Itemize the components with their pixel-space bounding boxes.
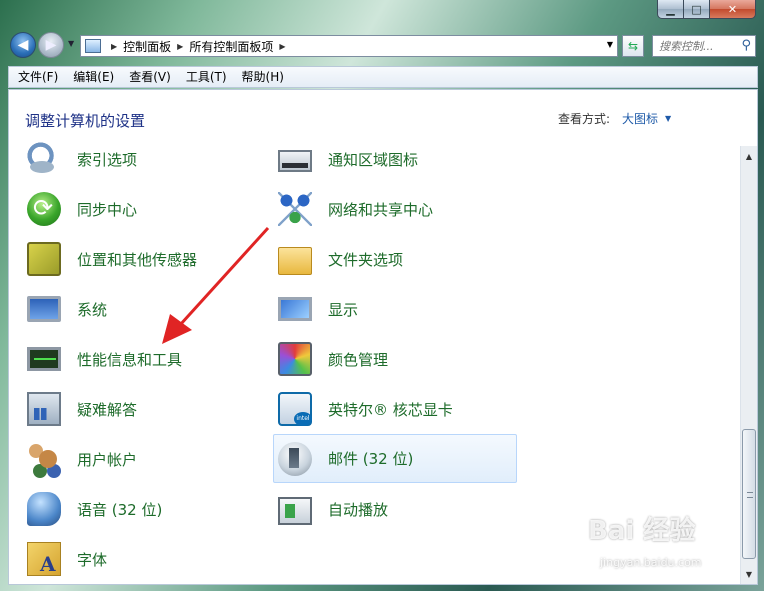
menu-tools[interactable]: 工具(T) [177, 67, 233, 87]
item-location-sensors[interactable]: 位置和其他传感器 [15, 235, 259, 283]
item-mail[interactable]: 邮件 (32 位) [273, 434, 517, 483]
breadcrumb-all-items[interactable]: 所有控制面板项 [189, 38, 273, 55]
item-label: 位置和其他传感器 [77, 250, 198, 269]
network-icon [278, 192, 312, 226]
item-label: 网络和共享中心 [328, 200, 434, 219]
item-label: 自动播放 [328, 500, 389, 519]
grip-icon [747, 492, 753, 498]
menu-file[interactable]: 文件(F) [9, 67, 64, 87]
search-box[interactable]: ⚲ [652, 35, 756, 57]
font-icon [27, 542, 61, 576]
item-user-accounts[interactable]: 用户帐户 [15, 435, 259, 483]
refresh-button[interactable]: ⇆ [622, 35, 644, 57]
watermark-brand: Bai 经验 [588, 516, 696, 546]
control-panel-icon [85, 39, 101, 53]
item-notification-area-icons[interactable]: 通知区域图标 [266, 135, 510, 183]
forward-arrow-icon: ▶ [45, 37, 57, 53]
item-speech[interactable]: 语音 (32 位) [15, 485, 259, 533]
speech-icon [27, 492, 61, 526]
page-title: 调整计算机的设置 [25, 112, 146, 130]
item-label: 索引选项 [77, 150, 138, 169]
breadcrumb-separator-icon[interactable]: ▶ [279, 42, 285, 51]
window-caption-buttons: ▁ □ ✕ [657, 0, 756, 20]
scroll-down-icon[interactable]: ▼ [741, 566, 757, 582]
scroll-up-icon[interactable]: ▲ [741, 148, 757, 164]
menu-view[interactable]: 查看(V) [120, 67, 177, 87]
display-icon [278, 297, 312, 321]
item-sync-center[interactable]: 同步中心 [15, 185, 259, 233]
close-button[interactable]: ✕ [710, 0, 756, 19]
item-intel-graphics[interactable]: 英特尔® 核芯显卡 [266, 385, 510, 433]
users-icon [27, 442, 61, 476]
item-display[interactable]: 显示 [266, 285, 510, 333]
forward-button[interactable]: ▶ [38, 32, 64, 58]
maximize-button[interactable]: □ [684, 0, 710, 19]
watermark: Bai 经验 jingyan.baidu.com [588, 510, 702, 569]
item-label: 系统 [77, 300, 108, 319]
location-sensor-icon [27, 242, 61, 276]
breadcrumb-separator-icon[interactable]: ▶ [177, 42, 183, 51]
system-icon [27, 296, 61, 322]
item-fonts[interactable]: 字体 [15, 535, 259, 583]
address-bar[interactable]: ▶ 控制面板 ▶ 所有控制面板项 ▶ ▼ [80, 35, 618, 57]
item-label: 语音 (32 位) [77, 500, 163, 519]
troubleshoot-icon [27, 392, 61, 426]
minimize-icon: ▁ [666, 2, 675, 16]
back-arrow-icon: ◀ [17, 37, 29, 53]
search-icon[interactable]: ⚲ [741, 38, 751, 53]
item-label: 文件夹选项 [328, 250, 404, 269]
breadcrumb-separator-icon[interactable]: ▶ [111, 42, 117, 51]
refresh-icon: ⇆ [627, 39, 639, 53]
item-label: 疑难解答 [77, 400, 138, 419]
navigation-bar: ◀ ▶ ▼ ▶ 控制面板 ▶ 所有控制面板项 ▶ ▼ ⇆ ⚲ [8, 30, 758, 62]
close-icon: ✕ [727, 2, 738, 16]
recent-pages-dropdown[interactable]: ▼ [68, 39, 74, 48]
item-label: 性能信息和工具 [77, 350, 183, 369]
vertical-scrollbar[interactable]: ▲ ▼ [740, 146, 757, 584]
control-panel-window: ▁ □ ✕ ◀ ▶ ▼ ▶ 控制面板 ▶ 所有控制面板项 ▶ ▼ ⇆ ⚲ 文件(… [0, 0, 764, 591]
notification-area-icon [278, 150, 312, 172]
back-button[interactable]: ◀ [10, 32, 36, 58]
view-by-chevron-icon[interactable]: ▼ [665, 114, 671, 123]
view-by-dropdown[interactable]: 大图标 [622, 110, 658, 127]
item-troubleshooting[interactable]: 疑难解答 [15, 385, 259, 433]
color-management-icon [278, 342, 312, 376]
folder-icon [278, 247, 312, 275]
autoplay-icon [278, 496, 312, 525]
item-folder-options[interactable]: 文件夹选项 [266, 235, 510, 283]
maximize-icon: □ [691, 2, 702, 16]
scroll-thumb[interactable] [742, 429, 756, 559]
minimize-button[interactable]: ▁ [657, 0, 684, 19]
search-input[interactable] [659, 39, 735, 53]
address-dropdown-icon[interactable]: ▼ [607, 40, 613, 49]
sync-icon [27, 192, 61, 226]
watermark-url: jingyan.baidu.com [600, 556, 702, 569]
breadcrumb-control-panel[interactable]: 控制面板 [123, 38, 171, 55]
item-label: 用户帐户 [77, 450, 138, 469]
item-system[interactable]: 系统 [15, 285, 259, 333]
menu-bar: 文件(F) 编辑(E) 查看(V) 工具(T) 帮助(H) [8, 66, 758, 88]
item-label: 同步中心 [77, 200, 138, 219]
intel-graphics-icon [278, 392, 312, 426]
menu-edit[interactable]: 编辑(E) [64, 67, 120, 87]
mail-icon [278, 441, 312, 476]
item-indexing-options[interactable]: 索引选项 [15, 135, 259, 183]
performance-icon [27, 347, 61, 371]
item-label: 显示 [328, 300, 359, 319]
item-label: 颜色管理 [328, 350, 389, 369]
item-label: 通知区域图标 [328, 150, 419, 169]
item-label: 邮件 (32 位) [328, 450, 414, 468]
magnifier-icon [27, 142, 61, 176]
item-label: 英特尔® 核芯显卡 [328, 400, 453, 419]
menu-help[interactable]: 帮助(H) [233, 67, 290, 87]
item-color-management[interactable]: 颜色管理 [266, 335, 510, 383]
item-network-sharing-center[interactable]: 网络和共享中心 [266, 185, 510, 233]
view-by-label: 查看方式: [558, 112, 611, 126]
item-performance-info[interactable]: 性能信息和工具 [15, 335, 259, 383]
item-label: 字体 [77, 550, 108, 569]
item-autoplay[interactable]: 自动播放 [266, 485, 510, 533]
